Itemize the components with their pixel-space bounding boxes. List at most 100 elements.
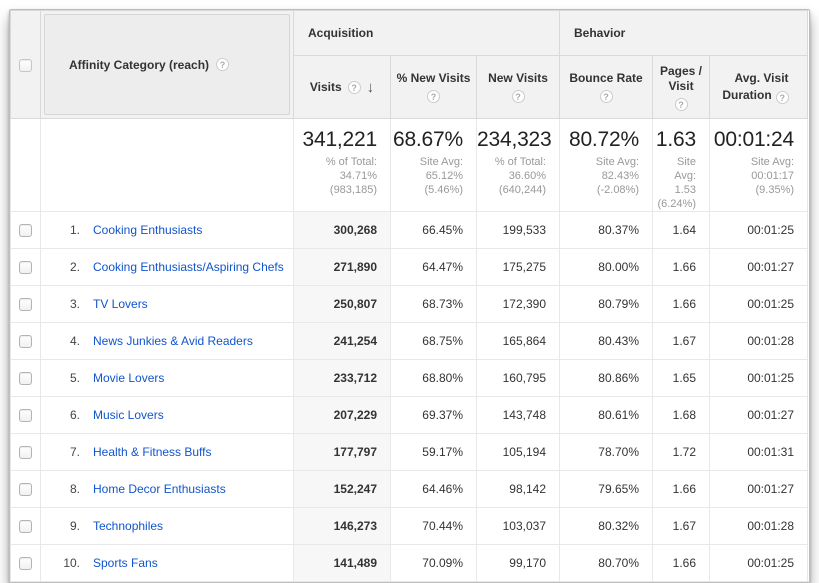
column-header-visits[interactable]: Visits ? ↓ [294,56,391,119]
row-dimension-cell: 7.Health & Fitness Buffs [41,434,294,471]
row-checkbox-cell [11,249,41,286]
pct-new-visits-cell: 68.73% [391,286,477,323]
row-dimension-cell: 10.Sports Fans [41,545,294,582]
row-checkbox[interactable] [19,372,32,385]
row-checkbox-cell [11,323,41,360]
row-dimension-cell: 4.News Junkies & Avid Readers [41,323,294,360]
summary-new-visits: 234,323 % of Total:36.60%(640,244) [477,119,560,212]
help-icon[interactable]: ? [427,90,440,103]
row-checkbox-cell [11,212,41,249]
table-body: 341,221 % of Total:34.71%(983,185) 68.67… [11,119,808,582]
row-checkbox[interactable] [19,483,32,496]
row-dimension-cell: 6. Music Lovers [41,397,294,434]
summary-new-visits-value: 234,323 [477,128,546,152]
affinity-category-link[interactable]: Technophiles [93,519,163,533]
dimension-header-button[interactable]: Affinity Category (reach) ? [44,14,290,115]
summary-avg-visit-duration-subtext: Site Avg:00:01:17(9.35%) [710,155,794,197]
column-header-bounce-rate-label: Bounce Rate [569,71,642,86]
sort-desc-icon: ↓ [367,80,375,95]
help-icon[interactable]: ? [348,81,361,94]
visits-cell: 300,268 [294,212,391,249]
affinity-category-link[interactable]: Movie Lovers [93,371,164,385]
row-checkbox[interactable] [19,446,32,459]
row-checkbox-cell [11,434,41,471]
bounce-rate-cell: 80.86% [560,360,653,397]
visits-cell: 177,797 [294,434,391,471]
affinity-category-link[interactable]: News Junkies & Avid Readers [93,334,253,348]
bounce-rate-cell: 78.70% [560,434,653,471]
visits-cell: 207,229 [294,397,391,434]
select-all-checkbox[interactable] [19,59,32,72]
table-row: 9.Technophiles 146,273 70.44% 103,037 80… [11,508,808,545]
bounce-rate-cell: 80.00% [560,249,653,286]
affinity-category-link[interactable]: TV Lovers [93,297,148,311]
pages-per-visit-cell: 1.64 [653,212,710,249]
visits-cell: 141,489 [294,545,391,582]
help-icon[interactable]: ? [776,91,789,104]
help-icon[interactable]: ? [675,98,688,111]
column-header-avg-visit-duration[interactable]: Avg. Visit Duration? [710,56,808,119]
row-rank: 6. [56,408,80,422]
affinity-category-link[interactable]: Health & Fitness Buffs [93,445,212,459]
row-checkbox[interactable] [19,261,32,274]
summary-bounce-rate-value: 80.72% [560,128,639,152]
column-header-bounce-rate[interactable]: Bounce Rate ? [560,56,653,119]
row-dimension-cell: 3. TV Lovers [41,286,294,323]
affinity-category-link[interactable]: Sports Fans [93,556,158,570]
help-icon[interactable]: ? [512,90,525,103]
row-dimension-cell: 5. Movie Lovers [41,360,294,397]
bounce-rate-cell: 80.70% [560,545,653,582]
affinity-category-link[interactable]: Cooking Enthusiasts [93,223,202,237]
new-visits-cell: 175,275 [477,249,560,286]
bounce-rate-cell: 80.32% [560,508,653,545]
visits-cell: 271,890 [294,249,391,286]
dimension-header-cell: Affinity Category (reach) ? [41,11,294,119]
pages-per-visit-cell: 1.66 [653,545,710,582]
row-checkbox[interactable] [19,335,32,348]
summary-row: 341,221 % of Total:34.71%(983,185) 68.67… [11,119,808,212]
summary-visits: 341,221 % of Total:34.71%(983,185) [294,119,391,212]
summary-visits-subtext: % of Total:34.71%(983,185) [294,155,377,197]
summary-pages-per-visit-value: 1.63 [653,128,696,152]
row-checkbox[interactable] [19,557,32,570]
avg-visit-duration-cell: 00:01:27 [710,397,808,434]
help-icon[interactable]: ? [216,58,229,71]
summary-checkbox-spacer [11,119,41,212]
row-dimension-cell: 2. Cooking Enthusiasts/Aspiring Chefs [41,249,294,286]
summary-avg-visit-duration-value: 00:01:24 [710,128,794,152]
group-header-behavior-label: Behavior [574,26,625,40]
table-row: 6.Music Lovers 207,229 69.37% 143,748 80… [11,397,808,434]
row-checkbox[interactable] [19,409,32,422]
table-row: 1.Cooking Enthusiasts 300,268 66.45% 199… [11,212,808,249]
pages-per-visit-cell: 1.67 [653,508,710,545]
new-visits-cell: 160,795 [477,360,560,397]
pct-new-visits-cell: 70.09% [391,545,477,582]
column-header-pct-new-visits-label: % New Visits [397,71,471,86]
row-rank: 3. [56,297,80,311]
avg-visit-duration-cell: 00:01:28 [710,508,808,545]
column-header-pct-new-visits[interactable]: % New Visits ? [391,56,477,119]
summary-pages-per-visit-subtext: SiteAvg:1.53(6.24%) [653,155,696,211]
column-header-pages-per-visit[interactable]: Pages / Visit ? [653,56,710,119]
row-rank: 5. [56,371,80,385]
affinity-category-link[interactable]: Music Lovers [93,408,164,422]
visits-cell: 152,247 [294,471,391,508]
summary-bounce-rate: 80.72% Site Avg:82.43%(-2.08%) [560,119,653,212]
row-checkbox[interactable] [19,520,32,533]
bounce-rate-cell: 80.79% [560,286,653,323]
row-checkbox[interactable] [19,298,32,311]
pct-new-visits-cell: 64.47% [391,249,477,286]
new-visits-cell: 172,390 [477,286,560,323]
avg-visit-duration-cell: 00:01:25 [710,545,808,582]
bounce-rate-cell: 80.37% [560,212,653,249]
row-checkbox[interactable] [19,224,32,237]
row-rank: 2. [56,260,80,274]
bounce-rate-cell: 80.61% [560,397,653,434]
help-icon[interactable]: ? [600,90,613,103]
affinity-category-link[interactable]: Home Decor Enthusiasts [93,482,226,496]
affinity-category-link[interactable]: Cooking Enthusiasts/Aspiring Chefs [93,260,284,274]
column-header-new-visits[interactable]: New Visits ? [477,56,560,119]
new-visits-cell: 105,194 [477,434,560,471]
column-header-visits-label: Visits [310,80,342,95]
row-rank: 9. [56,519,80,533]
